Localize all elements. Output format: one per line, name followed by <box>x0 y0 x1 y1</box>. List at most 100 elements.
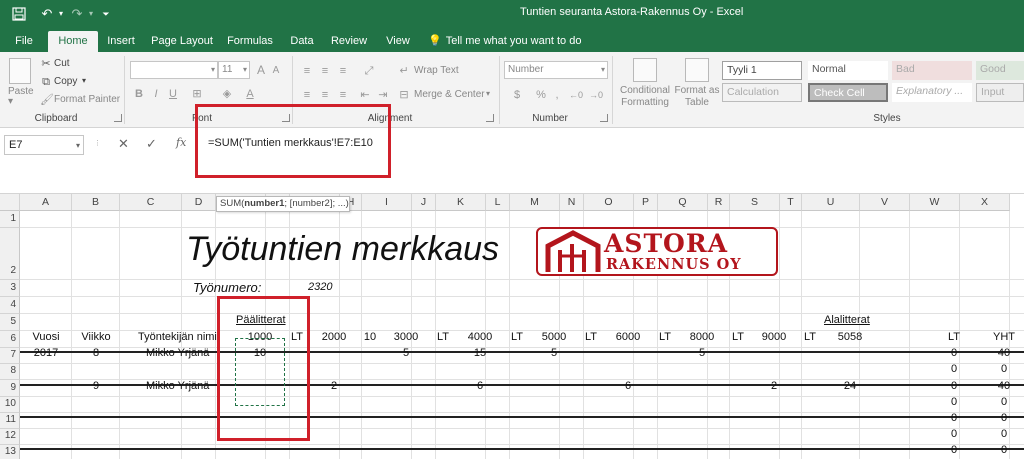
header-viikko[interactable]: Viikko <box>72 331 120 343</box>
column-header-j[interactable]: J <box>412 194 436 211</box>
font-name-combo[interactable]: ▾ <box>130 61 218 79</box>
decrease-indent-icon[interactable]: ⇤ <box>358 88 372 102</box>
redo-dropdown-icon[interactable]: ▾ <box>86 5 96 23</box>
header-yht[interactable]: YHT <box>979 331 1024 343</box>
style-input[interactable]: Input <box>976 83 1024 102</box>
row-header-5[interactable]: 5 <box>0 314 20 331</box>
column-header-l[interactable]: L <box>486 194 510 211</box>
column-header-n[interactable]: N <box>560 194 584 211</box>
column-header-t[interactable]: T <box>780 194 802 211</box>
number-launcher-icon[interactable] <box>600 114 608 122</box>
column-header-k[interactable]: K <box>436 194 486 211</box>
header-lt[interactable]: LT <box>653 331 677 343</box>
tell-me-box[interactable]: 💡 Tell me what you want to do <box>428 31 581 52</box>
conditional-formatting-button[interactable]: Conditional <box>619 85 671 96</box>
align-right-icon[interactable]: ≡ <box>336 88 350 102</box>
undo-icon[interactable]: ↶ <box>38 5 56 23</box>
align-center-icon[interactable]: ≡ <box>318 88 332 102</box>
column-header-x[interactable]: X <box>960 194 1010 211</box>
cell-i7[interactable]: 5 <box>381 347 431 359</box>
header-4000[interactable]: 4000 <box>455 331 505 343</box>
tab-home[interactable]: Home <box>48 31 98 52</box>
header-lt[interactable]: LT <box>929 331 979 343</box>
align-top-icon[interactable]: ≡ <box>300 64 314 78</box>
tab-file[interactable]: File <box>8 31 40 52</box>
header-lt[interactable]: LT <box>579 331 603 343</box>
cell-s9[interactable]: 2 <box>749 380 799 392</box>
style-normal[interactable]: Normal <box>808 61 888 80</box>
alalitterat-label[interactable]: Alalitterat <box>824 314 870 326</box>
header-8000[interactable]: 8000 <box>677 331 727 343</box>
column-header-s[interactable]: S <box>730 194 780 211</box>
cell-b9[interactable]: 9 <box>72 380 120 392</box>
cell-w8[interactable]: 0 <box>929 363 979 375</box>
tab-data[interactable]: Data <box>284 31 320 52</box>
header-lt[interactable]: LT <box>431 331 455 343</box>
name-box[interactable]: E7 ▾ <box>4 135 84 155</box>
column-header-i[interactable]: I <box>362 194 412 211</box>
header-10[interactable]: 10 <box>359 331 381 343</box>
header-lt[interactable]: LT <box>727 331 749 343</box>
cell-q7[interactable]: 5 <box>677 347 727 359</box>
header-5058[interactable]: 5058 <box>821 331 879 343</box>
cell-x11[interactable]: 0 <box>979 412 1024 424</box>
tyonumero-value[interactable]: 2320 <box>308 281 332 293</box>
cell-x9[interactable]: 40 <box>979 380 1024 392</box>
align-left-icon[interactable]: ≡ <box>300 88 314 102</box>
increase-indent-icon[interactable]: ⇥ <box>376 88 390 102</box>
row-header-4[interactable]: 4 <box>0 297 20 314</box>
cell-w10[interactable]: 0 <box>929 396 979 408</box>
header-6000[interactable]: 6000 <box>603 331 653 343</box>
row-header-11[interactable]: 11 <box>0 413 20 429</box>
format-as-table-button[interactable]: Format as <box>674 85 720 96</box>
header-3000[interactable]: 3000 <box>381 331 431 343</box>
customize-icon[interactable]: ⏷ <box>100 5 112 23</box>
column-header-m[interactable]: M <box>510 194 560 211</box>
header-5000[interactable]: 5000 <box>529 331 579 343</box>
fill-color-icon[interactable]: ◈ <box>220 87 234 101</box>
row-header-12[interactable]: 12 <box>0 429 20 445</box>
font-color-icon[interactable]: A <box>243 87 257 101</box>
increase-decimal-icon[interactable]: ←0 <box>568 88 584 102</box>
comma-button[interactable]: , <box>552 88 562 102</box>
select-all-corner[interactable] <box>0 194 20 211</box>
cell-x13[interactable]: 0 <box>979 444 1024 456</box>
column-header-b[interactable]: B <box>72 194 120 211</box>
clipboard-launcher-icon[interactable] <box>114 114 122 122</box>
tab-view[interactable]: View <box>378 31 418 52</box>
style-calculation[interactable]: Calculation <box>722 83 802 102</box>
cell-g9[interactable]: 2 <box>309 380 359 392</box>
cell-c9[interactable]: Mikko Yrjänä <box>146 380 209 392</box>
style-bad[interactable]: Bad <box>892 61 972 80</box>
cell-w9[interactable]: 0 <box>929 380 979 392</box>
cut-button[interactable]: Cut <box>54 58 70 69</box>
percent-button[interactable]: % <box>534 88 548 102</box>
tab-page-layout[interactable]: Page Layout <box>148 31 216 52</box>
tab-review[interactable]: Review <box>326 31 372 52</box>
style-tyyli1[interactable]: Tyyli 1 <box>722 61 802 80</box>
row-header-7[interactable]: 7 <box>0 348 20 364</box>
copy-button[interactable]: Copy <box>54 76 77 87</box>
cell-w12[interactable]: 0 <box>929 428 979 440</box>
row-header-9[interactable]: 9 <box>0 380 20 397</box>
column-header-o[interactable]: O <box>584 194 634 211</box>
cell-x12[interactable]: 0 <box>979 428 1024 440</box>
redo-icon[interactable]: ↷ <box>68 5 86 23</box>
header-2000[interactable]: 2000 <box>309 331 359 343</box>
underline-button[interactable]: U <box>167 87 179 101</box>
cell-k7[interactable]: 15 <box>455 347 505 359</box>
merge-center-button[interactable]: Merge & Center <box>414 89 485 100</box>
style-check-cell[interactable]: Check Cell <box>808 83 888 102</box>
decrease-decimal-icon[interactable]: →0 <box>588 88 604 102</box>
bold-button[interactable]: B <box>133 87 145 101</box>
cell-x10[interactable]: 0 <box>979 396 1024 408</box>
row-header-8[interactable]: 8 <box>0 364 20 380</box>
column-header-q[interactable]: Q <box>658 194 708 211</box>
cell-o9[interactable]: 6 <box>603 380 653 392</box>
undo-dropdown-icon[interactable]: ▾ <box>56 5 66 23</box>
cell-a7[interactable]: 2017 <box>20 347 72 359</box>
number-format-combo[interactable]: Number ▾ <box>504 61 608 79</box>
column-header-d[interactable]: D <box>182 194 216 211</box>
orientation-icon[interactable]: ⤢ <box>362 64 376 78</box>
cell-x8[interactable]: 0 <box>979 363 1024 375</box>
